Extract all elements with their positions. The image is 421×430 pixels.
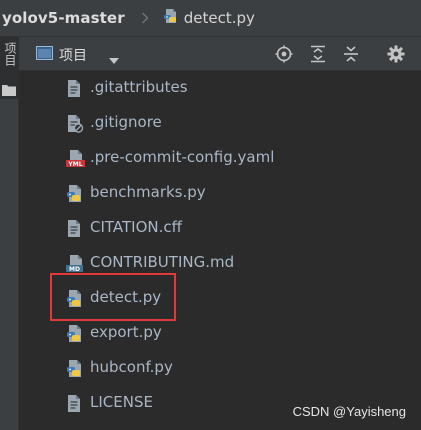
file-item-export[interactable]: export.py — [19, 316, 421, 351]
text-file-icon — [66, 394, 86, 413]
tool-window-stripe: 项目 — [0, 37, 19, 430]
project-view-title: 项目 — [59, 48, 87, 64]
file-item-benchmarks[interactable]: benchmarks.py — [19, 176, 421, 211]
markdown-file-icon: MD — [66, 254, 86, 273]
project-view-icon — [36, 46, 53, 64]
locate-icon[interactable] — [275, 45, 293, 63]
ignore-file-icon — [66, 114, 86, 133]
file-item-hubconf[interactable]: hubconf.py — [19, 351, 421, 386]
breadcrumb: yolov5-master detect.py — [0, 0, 421, 37]
python-file-icon — [66, 324, 86, 343]
ide-window: yolov5-master detect.py 项目 项目 .gitattrib… — [0, 0, 421, 430]
yaml-file-icon: YML — [66, 149, 86, 168]
expand-all-icon[interactable] — [309, 45, 327, 63]
project-view-selector[interactable]: 项目 — [36, 45, 87, 65]
text-file-icon — [66, 79, 86, 98]
python-file-icon — [66, 359, 86, 378]
project-tool-window-header: 项目 — [19, 37, 421, 71]
collapse-all-icon[interactable] — [342, 45, 360, 63]
file-name: .gitignore — [90, 113, 162, 131]
project-stripe-button[interactable]: 项目 — [0, 37, 19, 99]
breadcrumb-file-label: detect.py — [183, 9, 255, 27]
file-item-gitignore[interactable]: .gitignore — [19, 106, 421, 141]
file-name: export.py — [90, 323, 162, 341]
folder-icon — [2, 81, 16, 100]
file-name: CONTRIBUTING.md — [90, 253, 235, 271]
breadcrumb-project[interactable]: yolov5-master — [2, 9, 125, 27]
file-name: .gitattributes — [90, 78, 188, 96]
file-item-citation[interactable]: CITATION.cff — [19, 211, 421, 246]
breadcrumb-file[interactable]: detect.py — [163, 8, 255, 28]
project-stripe-label: 项目 — [3, 42, 17, 66]
python-file-icon — [163, 8, 179, 28]
file-item-gitattributes[interactable]: .gitattributes — [19, 71, 421, 106]
file-name: LICENSE — [90, 393, 153, 411]
gear-icon[interactable] — [387, 45, 405, 63]
file-name: hubconf.py — [90, 358, 173, 376]
file-item-pre-commit-config[interactable]: YML .pre-commit-config.yaml — [19, 141, 421, 176]
text-file-icon — [66, 219, 86, 238]
caret-down-icon[interactable] — [109, 50, 119, 69]
python-file-icon — [66, 184, 86, 203]
file-name: CITATION.cff — [90, 218, 182, 236]
file-name: benchmarks.py — [90, 183, 206, 201]
highlight-annotation — [50, 273, 176, 321]
svg-text:YML: YML — [67, 161, 82, 168]
chevron-right-icon — [141, 11, 151, 25]
watermark-text: CSDN @Yayisheng — [292, 404, 406, 419]
file-name: .pre-commit-config.yaml — [90, 148, 275, 166]
svg-text:MD: MD — [69, 266, 80, 273]
